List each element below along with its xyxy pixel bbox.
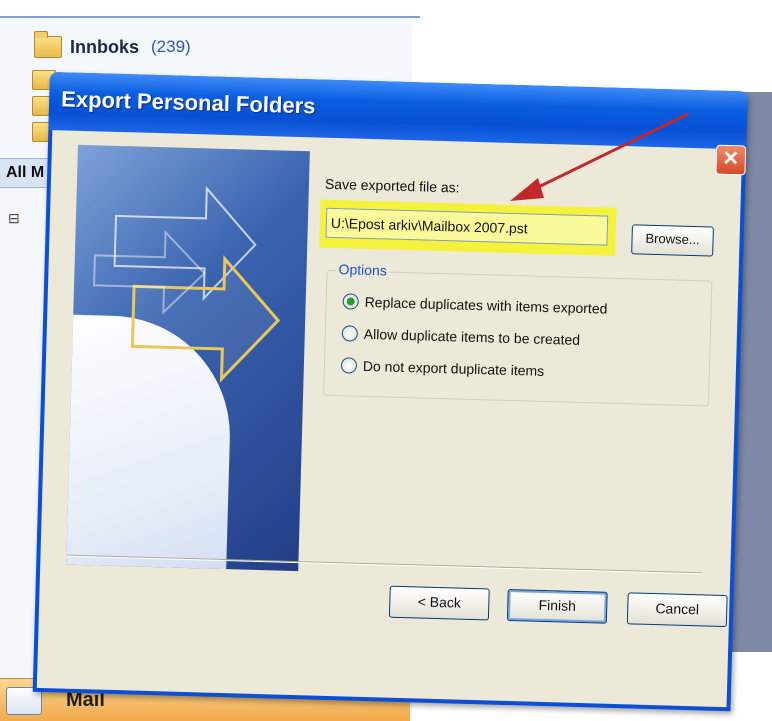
inbox-folder-label: Innboks bbox=[70, 36, 140, 57]
annotation-arrow-icon bbox=[510, 112, 689, 201]
option-do-not-export-duplicates[interactable]: Do not export duplicate items bbox=[340, 357, 545, 379]
dialog-title: Export Personal Folders bbox=[60, 86, 316, 119]
back-button[interactable]: < Back bbox=[388, 585, 490, 621]
save-as-label: Save exported file as: bbox=[324, 175, 460, 196]
folder-icon bbox=[34, 31, 62, 58]
arrow-graphic bbox=[93, 185, 281, 383]
radio-icon[interactable] bbox=[340, 357, 358, 374]
option-replace-duplicates[interactable]: Replace duplicates with items exported bbox=[342, 293, 608, 317]
option-allow-duplicates[interactable]: Allow duplicate items to be created bbox=[341, 325, 581, 348]
wizard-illustration bbox=[66, 144, 310, 572]
tree-collapse-icon[interactable]: ⊟ bbox=[8, 210, 20, 227]
option-label: Do not export duplicate items bbox=[362, 357, 545, 379]
options-group: Options Replace duplicates with items ex… bbox=[323, 261, 713, 407]
all-mail-folders-label: All M bbox=[6, 164, 45, 181]
radio-selected-icon[interactable] bbox=[342, 293, 359, 310]
options-legend: Options bbox=[335, 261, 391, 279]
close-button[interactable]: ✕ bbox=[715, 144, 747, 176]
inbox-folder-row[interactable]: Innboks (239) bbox=[34, 31, 191, 58]
close-icon: ✕ bbox=[722, 147, 740, 171]
radio-icon[interactable] bbox=[341, 325, 359, 342]
browse-button[interactable]: Browse... bbox=[631, 224, 714, 257]
finish-button[interactable]: Finish bbox=[506, 588, 608, 624]
option-label: Allow duplicate items to be created bbox=[363, 325, 581, 348]
cancel-button[interactable]: Cancel bbox=[626, 592, 728, 628]
inbox-unread-count: (239) bbox=[151, 37, 191, 56]
option-label: Replace duplicates with items exported bbox=[364, 293, 608, 317]
